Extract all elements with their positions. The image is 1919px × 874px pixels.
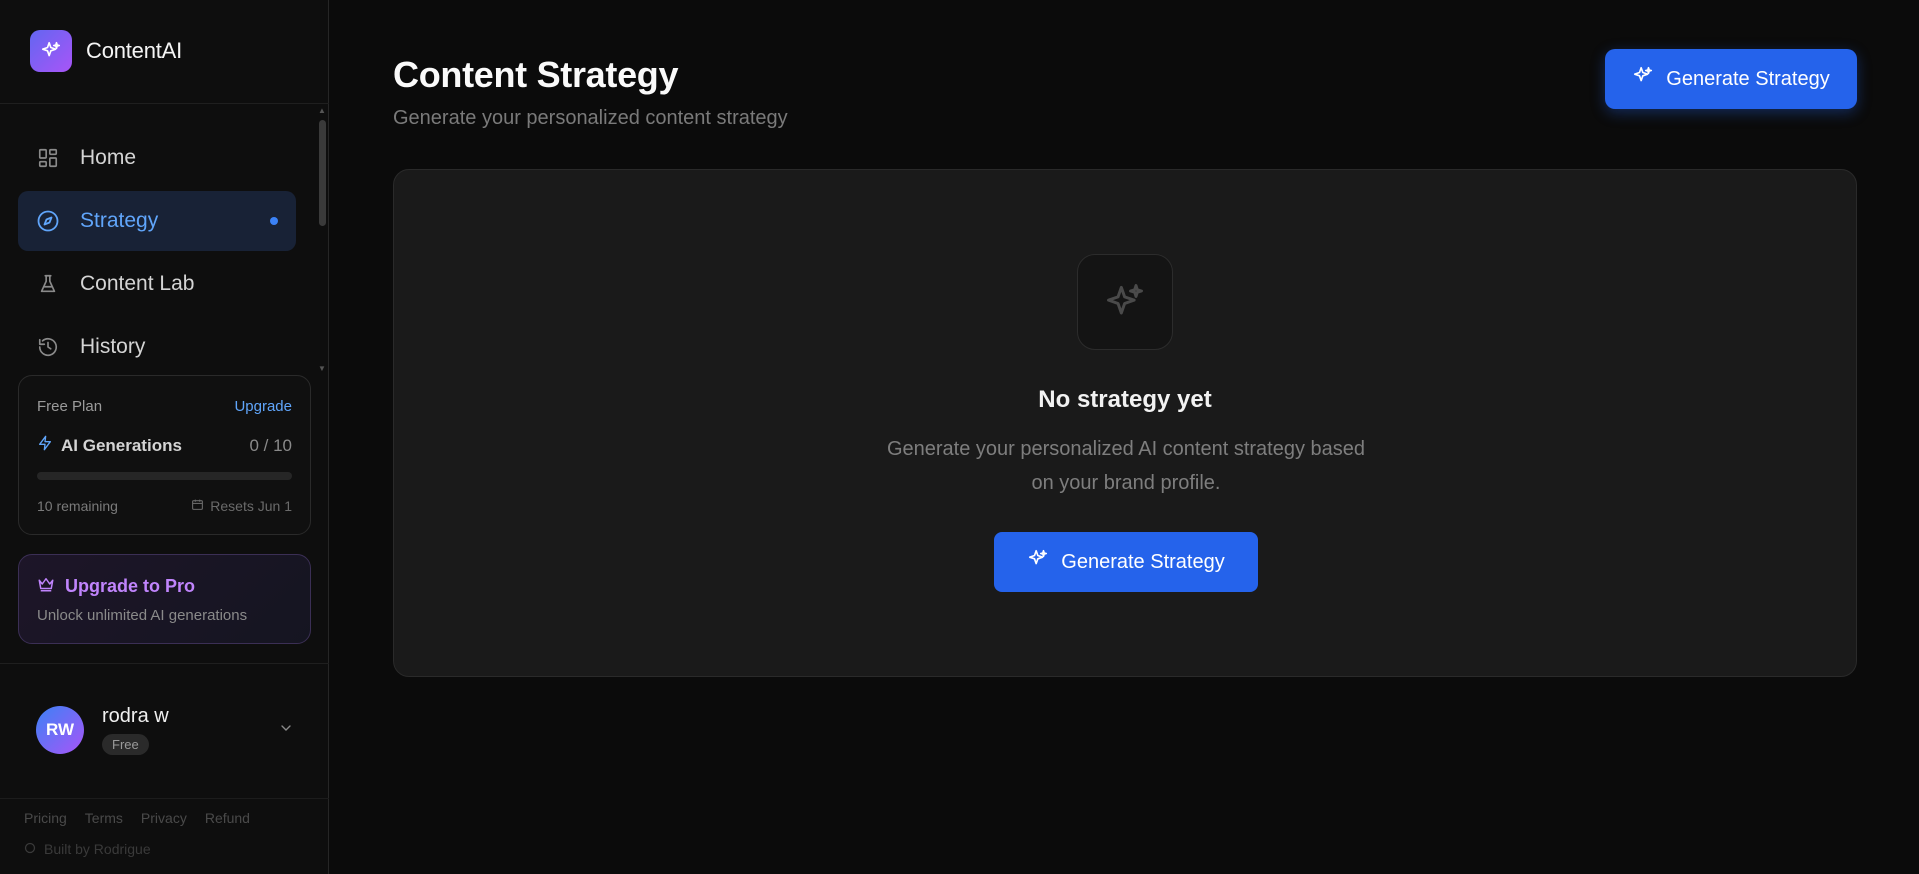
- sparkle-icon: [30, 30, 72, 72]
- grid-icon: [36, 146, 60, 170]
- footer-link-terms[interactable]: Terms: [85, 810, 123, 826]
- sidebar-nav: Home Strategy Content Lab History: [18, 128, 296, 380]
- sparkle-icon: [1077, 254, 1173, 350]
- button-label: Generate Strategy: [1666, 67, 1830, 90]
- chevron-down-icon[interactable]: [278, 720, 294, 741]
- sidebar-scrollbar[interactable]: ▲ ▼: [316, 104, 328, 374]
- sidebar: ContentAI Home Strategy Content Lab Hist…: [0, 0, 329, 874]
- remaining-text: 10 remaining: [37, 498, 118, 514]
- flask-icon: [36, 272, 60, 296]
- brand-name: ContentAI: [86, 38, 183, 63]
- sparkle-icon: [1027, 548, 1049, 576]
- pro-title: Upgrade to Pro: [65, 576, 196, 596]
- sidebar-item-label: Strategy: [80, 209, 159, 232]
- active-indicator: [270, 217, 278, 225]
- pro-subtitle: Unlock unlimited AI generations: [37, 607, 248, 624]
- compass-icon: [36, 209, 60, 233]
- user-info: rodra w Free: [102, 705, 169, 755]
- sidebar-item-history[interactable]: History: [18, 317, 296, 377]
- footer-link-privacy[interactable]: Privacy: [141, 810, 187, 826]
- avatar: RW: [36, 706, 84, 754]
- sidebar-item-strategy[interactable]: Strategy: [18, 191, 296, 251]
- divider: [0, 103, 329, 104]
- footer-link-pricing[interactable]: Pricing: [24, 810, 67, 826]
- circle-icon: [24, 841, 36, 857]
- scrollbar-thumb[interactable]: [319, 120, 326, 226]
- sparkle-icon: [1632, 65, 1654, 93]
- generations-progress-bar: [37, 472, 292, 480]
- user-menu[interactable]: RW rodra w Free: [36, 695, 294, 765]
- divider: [0, 798, 329, 799]
- upgrade-pro-card[interactable]: Upgrade to Pro Unlock unlimited AI gener…: [18, 554, 311, 644]
- calendar-icon: [191, 498, 204, 514]
- plan-usage-card: Free Plan Upgrade AI Generations 0 / 10 …: [18, 375, 311, 535]
- crown-icon: [37, 575, 55, 598]
- sidebar-item-content-lab[interactable]: Content Lab: [18, 254, 296, 314]
- plan-badge: Free: [102, 734, 149, 755]
- button-label: Generate Strategy: [1061, 550, 1225, 573]
- page-title: Content Strategy: [393, 54, 679, 95]
- history-icon: [36, 335, 60, 359]
- main-content: Content Strategy Generate your personali…: [330, 0, 1919, 874]
- empty-state-description: Generate your personalized AI content st…: [886, 438, 1366, 494]
- resets-text: Resets Jun 1: [210, 498, 292, 514]
- plan-label: Free Plan: [37, 398, 103, 415]
- upgrade-link[interactable]: Upgrade: [234, 398, 292, 415]
- footer-link-refund[interactable]: Refund: [205, 810, 250, 826]
- brand[interactable]: ContentAI: [30, 30, 182, 72]
- page-subtitle: Generate your personalized content strat…: [393, 107, 788, 129]
- scroll-down-arrow-icon[interactable]: ▼: [316, 364, 328, 374]
- resets-info: Resets Jun 1: [191, 498, 292, 514]
- lightning-icon: [37, 434, 53, 457]
- sidebar-item-label: Home: [80, 146, 137, 169]
- sidebar-item-label: Content Lab: [80, 272, 195, 295]
- sidebar-item-home[interactable]: Home: [18, 128, 296, 188]
- generations-count: 0 / 10: [249, 435, 292, 455]
- built-by-text: Built by Rodrigue: [44, 841, 151, 857]
- sidebar-item-label: History: [80, 335, 146, 358]
- generate-strategy-button[interactable]: Generate Strategy: [1605, 49, 1857, 109]
- generations-label: AI Generations: [61, 435, 182, 455]
- pro-title-row: Upgrade to Pro: [37, 575, 195, 598]
- generations-row: AI Generations 0 / 10: [37, 434, 292, 457]
- empty-state-title: No strategy yet: [1038, 386, 1212, 413]
- built-by[interactable]: Built by Rodrigue: [24, 841, 151, 857]
- footer-links: Pricing Terms Privacy Refund: [24, 810, 250, 826]
- divider: [0, 663, 329, 664]
- scroll-up-arrow-icon[interactable]: ▲: [316, 106, 328, 116]
- empty-state-card: No strategy yet Generate your personaliz…: [393, 169, 1857, 677]
- user-name: rodra w: [102, 705, 169, 727]
- generate-strategy-button-secondary[interactable]: Generate Strategy: [994, 532, 1258, 592]
